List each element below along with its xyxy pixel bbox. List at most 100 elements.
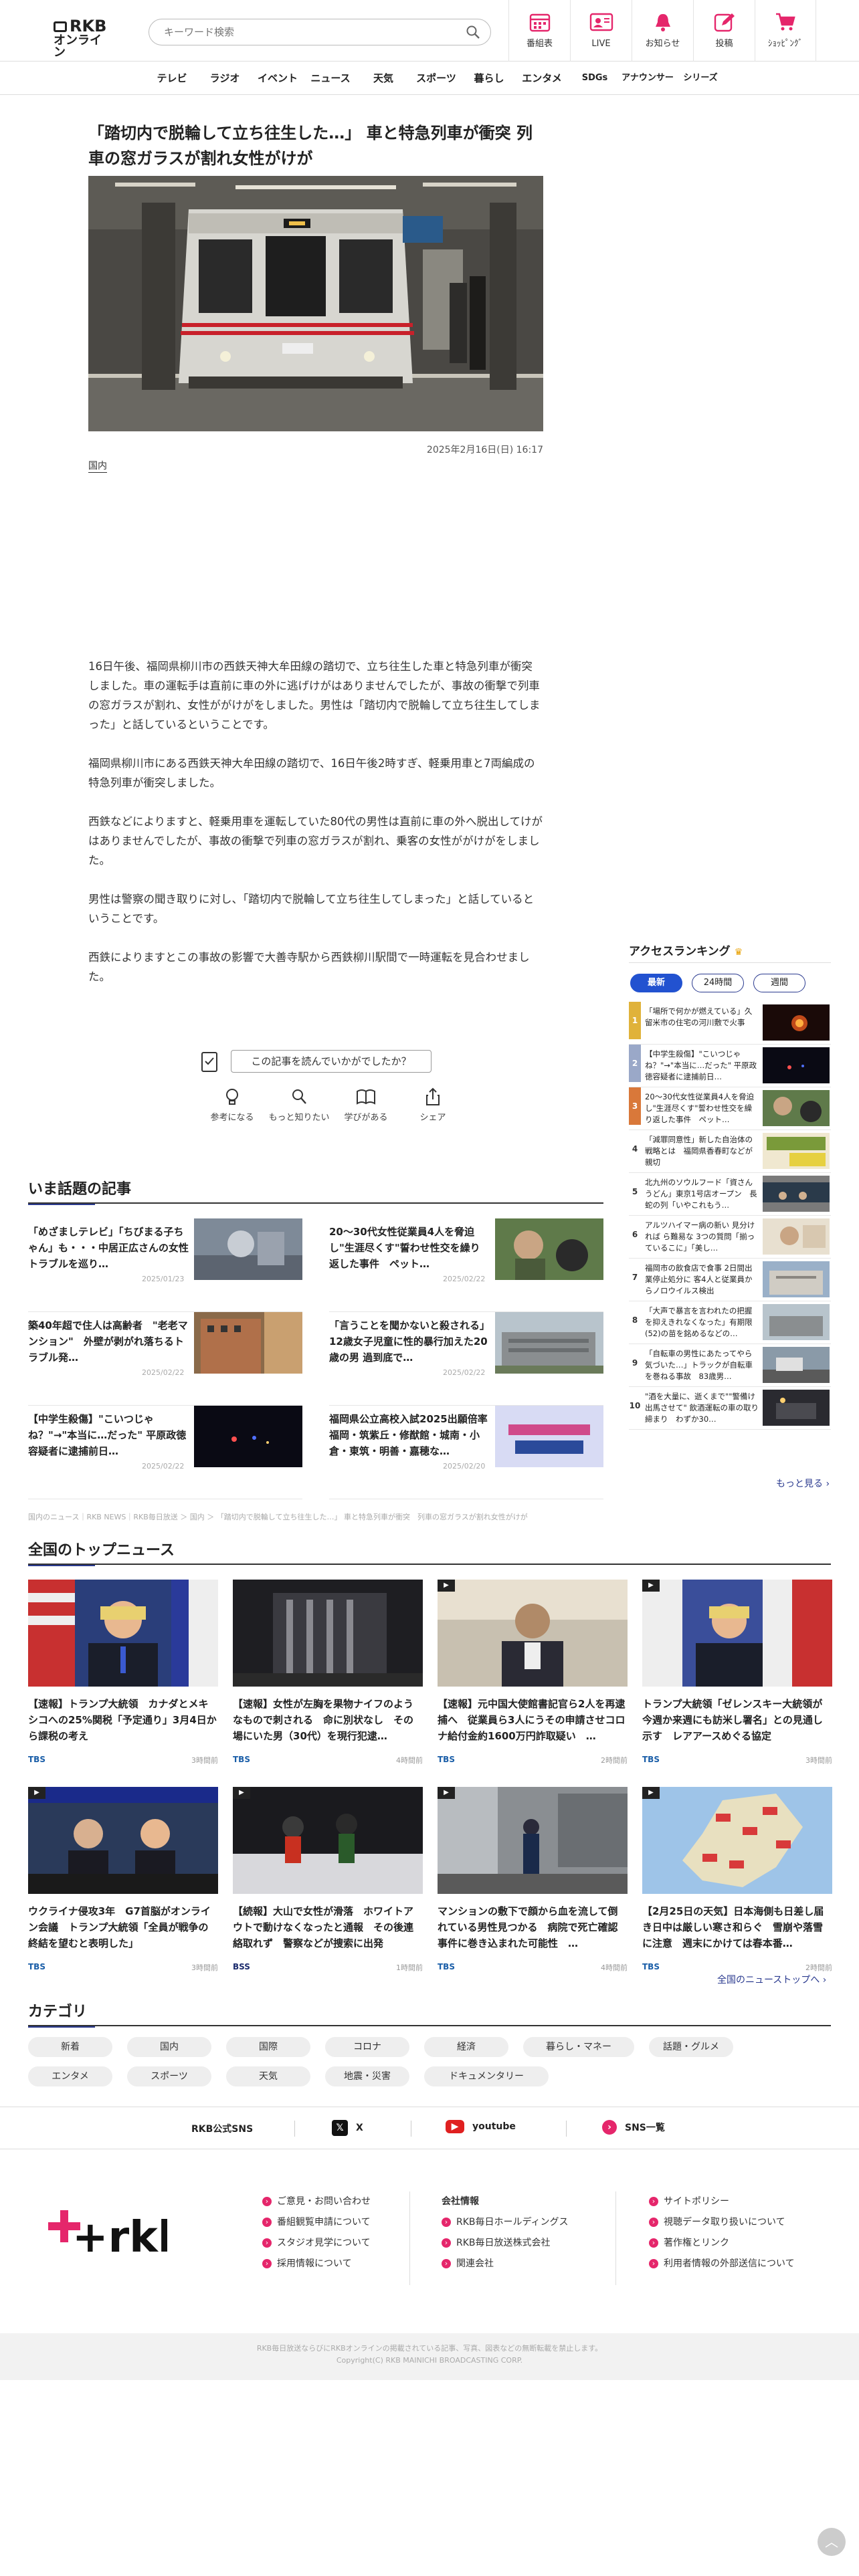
ranking-item[interactable]: 7 福岡市の飲食店で食事 2日間出業停止処分に 客4人と従業員からノロウイルス検出 <box>629 1259 831 1301</box>
ranking-item[interactable]: 10 "酒を大量に、逝くまで""警備け出馬させて" 飲酒運転の車の取り締まり わず… <box>629 1387 831 1430</box>
search-icon[interactable] <box>466 25 480 39</box>
train-photo <box>88 176 543 431</box>
category-chip[interactable]: コロナ <box>325 2037 409 2057</box>
category-chip[interactable]: 国際 <box>226 2037 310 2057</box>
news-card[interactable]: ▶ マンションの敷下で顔から血を流して倒れている男性見つかる 病院で死亡確認 事… <box>438 1787 628 1981</box>
share-icon <box>426 1087 440 1105</box>
popular-item[interactable]: 「めざましテレビ」「ちびまる子ちゃん」も・・・中居正広さんの女性トラブルを巡り…… <box>28 1218 302 1312</box>
category-chip[interactable]: スポーツ <box>127 2066 211 2086</box>
category-chip[interactable]: 新着 <box>28 2037 112 2057</box>
popular-thumbnail <box>495 1312 603 1374</box>
category-chip[interactable]: 話題・グルメ <box>649 2037 733 2057</box>
ranking-item[interactable]: 5 北九州のソウルフード「資さんうどん」東京1号店オープン 長蛇の列「いやこれもう… <box>629 1173 831 1216</box>
rkb-logo[interactable]: +rkb <box>47 2204 167 2264</box>
social-label: RKB公式SNS <box>191 2124 254 2135</box>
footer-link[interactable]: ご意見・お問い合わせ <box>262 2191 409 2212</box>
copyright: RKB毎日放送ならびにRKBオンラインの掲載されている記事、写真、図表などの無断… <box>0 2333 859 2380</box>
article-title: 「踏切内で脱輪して立ち往生した…」 車と特急列車が衝突 列車の窓ガラスが割れ女性… <box>88 124 533 168</box>
category-chip[interactable]: 国内 <box>127 2037 211 2057</box>
footer-link[interactable]: RKB毎日ホールディングス <box>442 2212 589 2233</box>
sns-youtube-link[interactable]: ▶ youtube <box>446 2120 516 2133</box>
reaction-more-button[interactable]: もっと知りたい <box>266 1087 332 1123</box>
news-card[interactable]: ▶ 【続報】大山で女性が滑落 ホワイトアウトで動けなくなったと通報 その後連絡取… <box>233 1787 423 1981</box>
footer-link[interactable]: 採用情報について <box>262 2254 409 2274</box>
bell-icon <box>655 14 670 31</box>
nav-sports[interactable]: スポーツ <box>410 62 463 94</box>
notice-button[interactable]: お知らせ <box>632 0 693 62</box>
footer-heading: 会社情報 <box>442 2196 479 2207</box>
popular-item[interactable]: 築40年超で住人は高齢者 "老老マンション" 外壁が剥がれ落ちるトラブル発… 2… <box>28 1312 302 1406</box>
news-card[interactable]: ▶ 【速報】元中国大使館書記官ら2人を再逮捕へ 従業員ら3人にうその申請させコロ… <box>438 1580 628 1774</box>
news-card[interactable]: ▶ トランプ大統領「ゼレンスキー大統領が今週か来週にも訪米し署名」との見通し示す… <box>642 1580 832 1774</box>
ranking-thumbnail <box>763 1090 830 1126</box>
popular-item[interactable]: 20～30代女性従業員4人を脅迫し"生涯尽くす"誓わせ性交を繰り返した事件 ペッ… <box>329 1218 603 1312</box>
nav-tv[interactable]: テレビ <box>146 62 199 94</box>
popular-item[interactable]: 「言うことを聞かないと殺される」12歳女子児童に性的暴行加えた20歳の男 過到底… <box>329 1312 603 1406</box>
news-card[interactable]: ▶ ウクライナ侵攻3年 G7首脳がオンライン会議 トランプ大統領「全員が戦争の終… <box>28 1787 218 1981</box>
footer-link[interactable]: 関連会社 <box>442 2254 589 2274</box>
play-icon: ▶ <box>642 1787 660 1799</box>
reaction-helpful-button[interactable]: 参考になる <box>199 1087 266 1123</box>
nav-event[interactable]: イベント <box>252 62 304 94</box>
search-icon <box>292 1089 306 1104</box>
nav-news[interactable]: ニュース <box>304 62 357 94</box>
live-button[interactable]: LIVE <box>570 0 632 62</box>
post-icon <box>714 13 735 32</box>
tab-weekly[interactable]: 週間 <box>753 974 805 992</box>
ranking-item[interactable]: 8 「大声で暴言を言われたの把握を抑えきれなくなった」有期限(52)の苗を銘めるな… <box>629 1301 831 1344</box>
nav-weather[interactable]: 天気 <box>357 62 410 94</box>
top-news-more-link[interactable]: 全国のニューストップへ › <box>717 1973 826 1986</box>
category-chip[interactable]: 天気 <box>226 2066 310 2086</box>
news-thumbnail <box>233 1787 423 1894</box>
nav-entertainment[interactable]: エンタメ <box>516 62 569 94</box>
category-chip[interactable]: エンタメ <box>28 2066 112 2086</box>
article-header: 「踏切内で脱輪して立ち往生した…」 車と特急列車が衝突 列車の窓ガラスが割れ女性… <box>88 120 543 171</box>
footer-link[interactable]: RKB毎日放送株式会社 <box>442 2233 589 2254</box>
footer-link[interactable]: 番組観覧申請について <box>262 2212 409 2233</box>
news-card[interactable]: ▶ 【2月25日の天気】日本海側も日差し届き日中は厳しい寒さ和らぐ 雪崩や落雪に… <box>642 1787 832 1981</box>
news-card[interactable]: 【速報】トランプ大統領 カナダとメキシコへの25%関税「予定通り」3月4日から課… <box>28 1580 218 1774</box>
ranking-item[interactable]: 4 「減罪同意性」新した自治体の戦略とは 福岡県香春町などが親切 <box>629 1130 831 1173</box>
news-thumbnail <box>28 1787 218 1894</box>
page-top-button[interactable]: ︿ <box>818 2528 846 2556</box>
article-category-link[interactable]: 国内 <box>88 460 107 473</box>
nav-series[interactable]: シリーズ <box>674 62 727 94</box>
search-input[interactable] <box>164 25 445 39</box>
site-logo[interactable]: RKB オンライン <box>54 17 111 59</box>
reaction-learn-button[interactable]: 学びがある <box>332 1087 399 1123</box>
tab-latest[interactable]: 最新 <box>630 974 682 992</box>
shopping-button[interactable]: ｼｮｯﾋﾟﾝｸﾞ <box>755 0 816 62</box>
footer-link[interactable]: 利用者情報の外部送信について <box>649 2254 823 2274</box>
popular-item[interactable]: 【中学生殺傷】"こいつじゃね？"→"本当に…だった" 平原政徳容疑者に逮捕前日…… <box>28 1406 302 1499</box>
category-chip[interactable]: 経済 <box>424 2037 508 2057</box>
footer-link[interactable]: サイトポリシー <box>649 2191 823 2212</box>
ranking-more-link[interactable]: もっと見る › <box>776 1477 830 1490</box>
ranking-item[interactable]: 1 「場所で何かが燃えている」久留米市の住宅の河川敷で火事 <box>629 1002 831 1045</box>
nav-life[interactable]: 暮らし <box>463 62 516 94</box>
post-button[interactable]: 投稿 <box>693 0 755 62</box>
footer-link[interactable]: 視聴データ取り扱いについて <box>649 2212 823 2233</box>
ranking-item[interactable]: 2 【中学生殺傷】"こいつじゃね？"→"本当に…だった" 平原政徳容疑者に逮捕前日… <box>629 1045 831 1087</box>
news-thumbnail <box>233 1580 423 1687</box>
sns-list-link[interactable]: › SNS一覧 <box>602 2120 665 2135</box>
ranking-item[interactable]: 3 20～30代女性従業員4人を脅迫し"生涯尽くす"誓わせ性交を繰り返した事件 ペ… <box>629 1087 831 1130</box>
footer-link[interactable]: 著作権とリンク <box>649 2233 823 2254</box>
crown-icon: ♛ <box>734 947 743 958</box>
logo-text: +rkb <box>72 2213 167 2262</box>
category-chip[interactable]: 地震・災害 <box>325 2066 409 2086</box>
popular-item[interactable]: 福岡県公立高校入試2025出願倍率 福岡・筑紫丘・修猷館・城南・小倉・東筑・明善… <box>329 1406 603 1499</box>
ranking-thumbnail <box>763 1218 830 1255</box>
schedule-button[interactable]: 番組表 <box>508 0 570 62</box>
news-card[interactable]: 【速報】女性が左胸を果物ナイフのようなもので刺される 命に別状なし その場にいた… <box>233 1580 423 1774</box>
reaction-share-button[interactable]: シェア <box>399 1087 466 1123</box>
nav-radio[interactable]: ラジオ <box>199 62 252 94</box>
nav-announcer[interactable]: アナウンサー <box>622 62 674 94</box>
footer-link[interactable]: スタジオ見学について <box>262 2233 409 2254</box>
nav-sdgs[interactable]: SDGs <box>569 62 622 94</box>
tab-24h[interactable]: 24時間 <box>692 974 744 992</box>
ranking-item[interactable]: 9 「自転車の男性にあたってやら気づいた…」トラックが自転車を巻ねる事故 83歳男… <box>629 1344 831 1387</box>
sns-x-link[interactable]: 𝕏X <box>332 2120 363 2136</box>
category-chip[interactable]: ドキュメンタリー <box>424 2066 549 2086</box>
ranking-item[interactable]: 6 アルツハイマー病の新い 見分ければ ら難易な 3つの質問「揃っているこに」「美… <box>629 1216 831 1259</box>
category-chip[interactable]: 暮らし・マネー <box>523 2037 634 2057</box>
